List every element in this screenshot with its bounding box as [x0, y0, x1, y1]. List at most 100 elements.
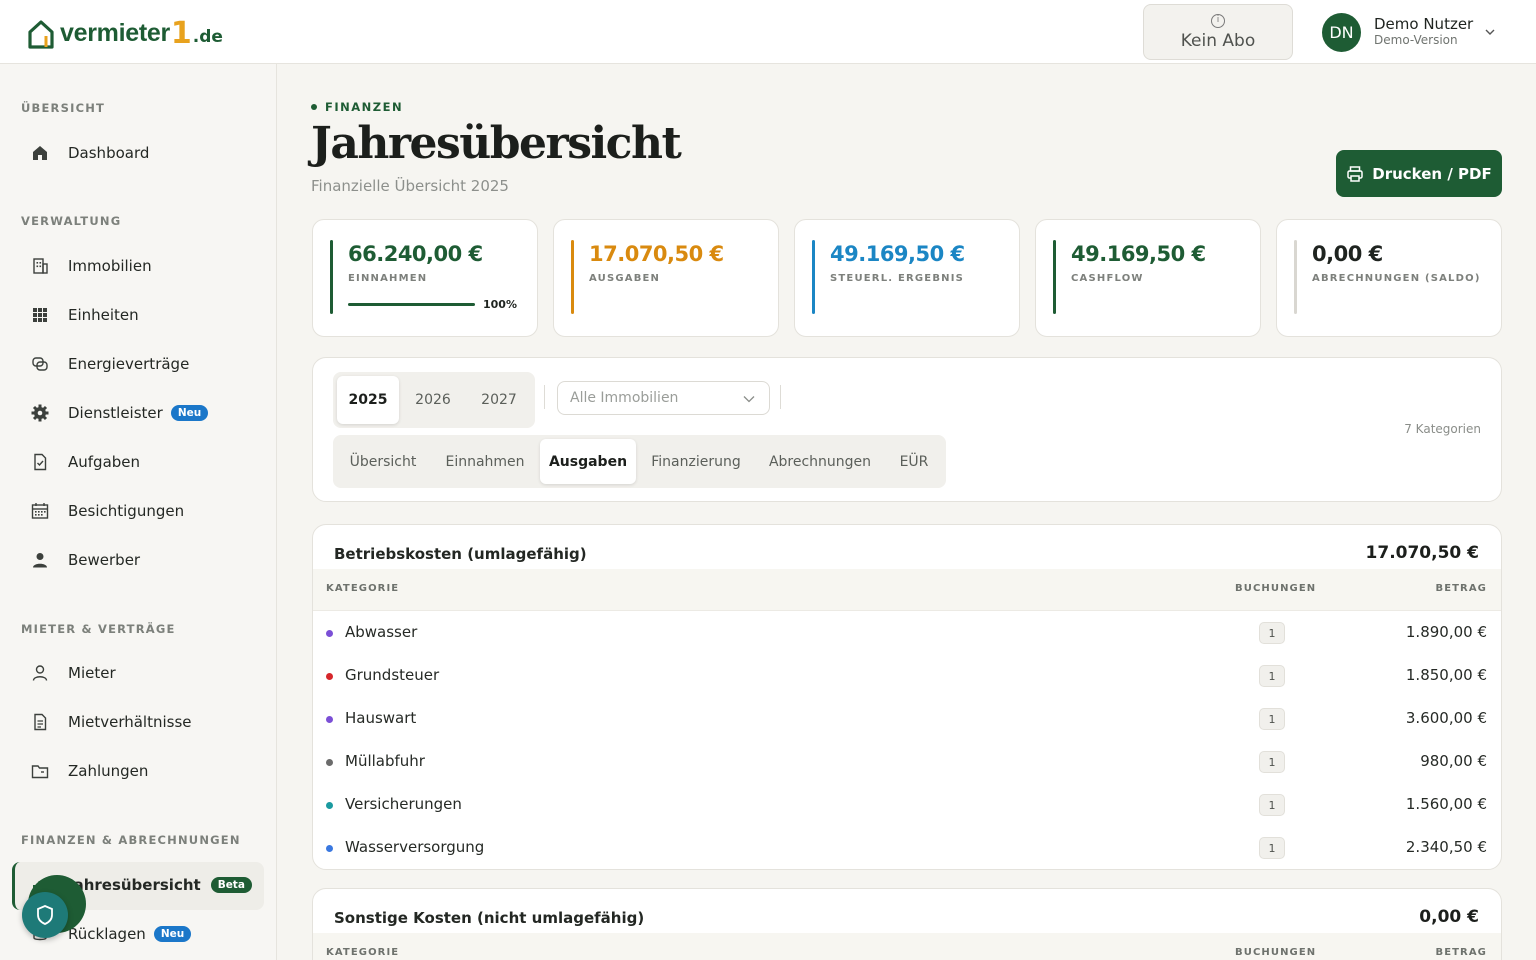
user-name[interactable]: Demo Nutzer	[1374, 15, 1473, 33]
tab-bar: Übersicht Einnahmen Ausgaben Finanzierun…	[333, 435, 946, 488]
kpi-accent-bar	[1294, 240, 1297, 314]
category-name: Hauswart	[345, 709, 417, 727]
table-title: Sonstige Kosten (nicht umlagefähig)	[334, 909, 645, 927]
sidebar-item-label: Mietverhältnisse	[68, 713, 192, 731]
year-button-2026[interactable]: 2026	[401, 376, 465, 424]
booking-count: 1	[1259, 622, 1285, 644]
booking-count: 1	[1259, 708, 1285, 730]
sidebar-item-bewerber[interactable]: Bewerber	[30, 542, 140, 578]
category-color-dot	[326, 716, 333, 723]
sidebar-item-mietverhaeltnisse[interactable]: Mietverhältnisse	[30, 704, 192, 740]
kpi-accent-bar	[330, 240, 333, 314]
sidebar-item-immobilien[interactable]: Immobilien	[30, 248, 152, 284]
column-header-buchungen[interactable]: BUCHUNGEN	[1235, 583, 1316, 594]
divider	[780, 385, 781, 409]
table-row[interactable]: Hauswart 1 3.600,00 €	[313, 698, 1501, 741]
chevron-down-icon	[743, 396, 755, 403]
tab-abrechnungen[interactable]: Abrechnungen	[755, 439, 885, 484]
table-row[interactable]: Abwasser 1 1.890,00 €	[313, 612, 1501, 655]
sidebar-item-einheiten[interactable]: Einheiten	[30, 297, 139, 333]
year-button-2025[interactable]: 2025	[337, 376, 399, 424]
gear-icon	[31, 404, 49, 422]
document-icon	[34, 713, 47, 731]
privacy-button[interactable]	[22, 892, 68, 938]
kpi-label: AUSGABEN	[589, 273, 661, 284]
table-row[interactable]: Versicherungen 1 1.560,00 €	[313, 784, 1501, 827]
column-header-buchungen[interactable]: BUCHUNGEN	[1235, 947, 1316, 958]
kpi-card-abrechnungen: 0,00 € ABRECHNUNGEN (SALDO)	[1276, 219, 1502, 337]
energy-icon	[32, 357, 48, 371]
table-total: 0,00 €	[1419, 907, 1479, 927]
subscription-button[interactable]: i Kein Abo	[1143, 4, 1293, 60]
sidebar-item-energievertraege[interactable]: Energieverträge	[30, 346, 189, 382]
booking-count: 1	[1259, 837, 1285, 859]
category-color-dot	[326, 673, 333, 680]
sidebar-item-zahlungen[interactable]: Zahlungen	[30, 753, 148, 789]
booking-count: 1	[1259, 751, 1285, 773]
top-bar: vermieter 1 .de i Kein Abo DN Demo Nutze…	[0, 0, 1536, 64]
section-title-finances: FINANZEN & ABRECHNUNGEN	[21, 833, 241, 847]
category-amount: 1.560,00 €	[1405, 795, 1487, 813]
table-row[interactable]: Müllabfuhr 1 980,00 €	[313, 741, 1501, 784]
sidebar-item-mieter[interactable]: Mieter	[30, 655, 116, 691]
year-selector: 2025 2026 2027	[333, 372, 535, 428]
tab-ausgaben[interactable]: Ausgaben	[540, 439, 636, 484]
category-color-dot	[326, 802, 333, 809]
user-plan: Demo-Version	[1374, 33, 1458, 47]
sidebar-item-besichtigungen[interactable]: Besichtigungen	[30, 493, 184, 529]
expense-table-operating: Betriebskosten (umlagefähig) 17.070,50 €…	[312, 524, 1502, 870]
category-color-dot	[326, 630, 333, 637]
logo[interactable]: vermieter 1 .de	[28, 16, 223, 51]
sidebar-item-aufgaben[interactable]: Aufgaben	[30, 444, 140, 480]
category-amount: 980,00 €	[1420, 752, 1487, 770]
tab-finanzierung[interactable]: Finanzierung	[641, 439, 751, 484]
year-button-2027[interactable]: 2027	[467, 376, 531, 424]
tab-euer[interactable]: EÜR	[889, 439, 939, 484]
expense-table-other: Sonstige Kosten (nicht umlagefähig) 0,00…	[312, 888, 1502, 960]
category-amount: 3.600,00 €	[1405, 709, 1487, 727]
category-amount: 1.890,00 €	[1405, 623, 1487, 641]
sidebar-item-label: Immobilien	[68, 257, 152, 275]
sidebar-item-label: Aufgaben	[68, 453, 141, 471]
category-name: Versicherungen	[345, 795, 462, 813]
table-row[interactable]: Grundsteuer 1 1.850,00 €	[313, 655, 1501, 698]
kpi-label: CASHFLOW	[1071, 273, 1144, 284]
table-total: 17.070,50 €	[1365, 543, 1479, 563]
folder-icon	[31, 765, 49, 779]
sidebar-item-label: Energieverträge	[68, 355, 190, 373]
booking-count: 1	[1259, 794, 1285, 816]
chevron-down-icon[interactable]	[1484, 26, 1496, 38]
info-icon: i	[1211, 13, 1225, 28]
breadcrumb-dot	[311, 104, 317, 110]
kpi-value: 17.070,50 €	[589, 242, 724, 266]
category-name: Müllabfuhr	[345, 752, 425, 770]
column-header-kategorie[interactable]: KATEGORIE	[326, 583, 399, 594]
sidebar-item-dienstleister[interactable]: Dienstleister Neu	[30, 395, 209, 431]
property-select[interactable]: Alle Immobilien	[557, 381, 770, 415]
sidebar-item-label: Rücklagen	[68, 925, 146, 943]
avatar[interactable]: DN	[1322, 13, 1361, 52]
sidebar-item-dashboard[interactable]: Dashboard	[30, 135, 149, 171]
kpi-value: 0,00 €	[1312, 242, 1383, 266]
logo-text: vermieter	[60, 19, 170, 47]
category-name: Wasserversorgung	[345, 838, 485, 856]
breadcrumb: FINANZEN	[311, 100, 403, 114]
tab-uebersicht[interactable]: Übersicht	[337, 439, 429, 484]
sidebar-item-label: Dienstleister	[68, 404, 163, 422]
kpi-label: STEUERL. ERGEBNIS	[830, 273, 965, 284]
column-header-kategorie[interactable]: KATEGORIE	[326, 947, 399, 958]
task-icon	[34, 453, 47, 471]
print-pdf-button[interactable]: Drucken / PDF	[1336, 150, 1502, 197]
home-icon	[33, 146, 47, 160]
column-header-betrag[interactable]: BETRAG	[1435, 947, 1487, 958]
sidebar-item-label: Bewerber	[68, 551, 141, 569]
tab-einnahmen[interactable]: Einnahmen	[433, 439, 537, 484]
table-row[interactable]: Wasserversorgung 1 2.340,50 €	[313, 827, 1501, 869]
building-icon	[33, 258, 48, 274]
column-header-betrag[interactable]: BETRAG	[1435, 583, 1487, 594]
category-count: 7 Kategorien	[1404, 422, 1481, 436]
sidebar-item-label: Zahlungen	[68, 762, 149, 780]
page-title: Jahresübersicht	[311, 118, 682, 169]
new-badge: Neu	[153, 926, 192, 942]
page-subtitle: Finanzielle Übersicht 2025	[311, 177, 509, 195]
